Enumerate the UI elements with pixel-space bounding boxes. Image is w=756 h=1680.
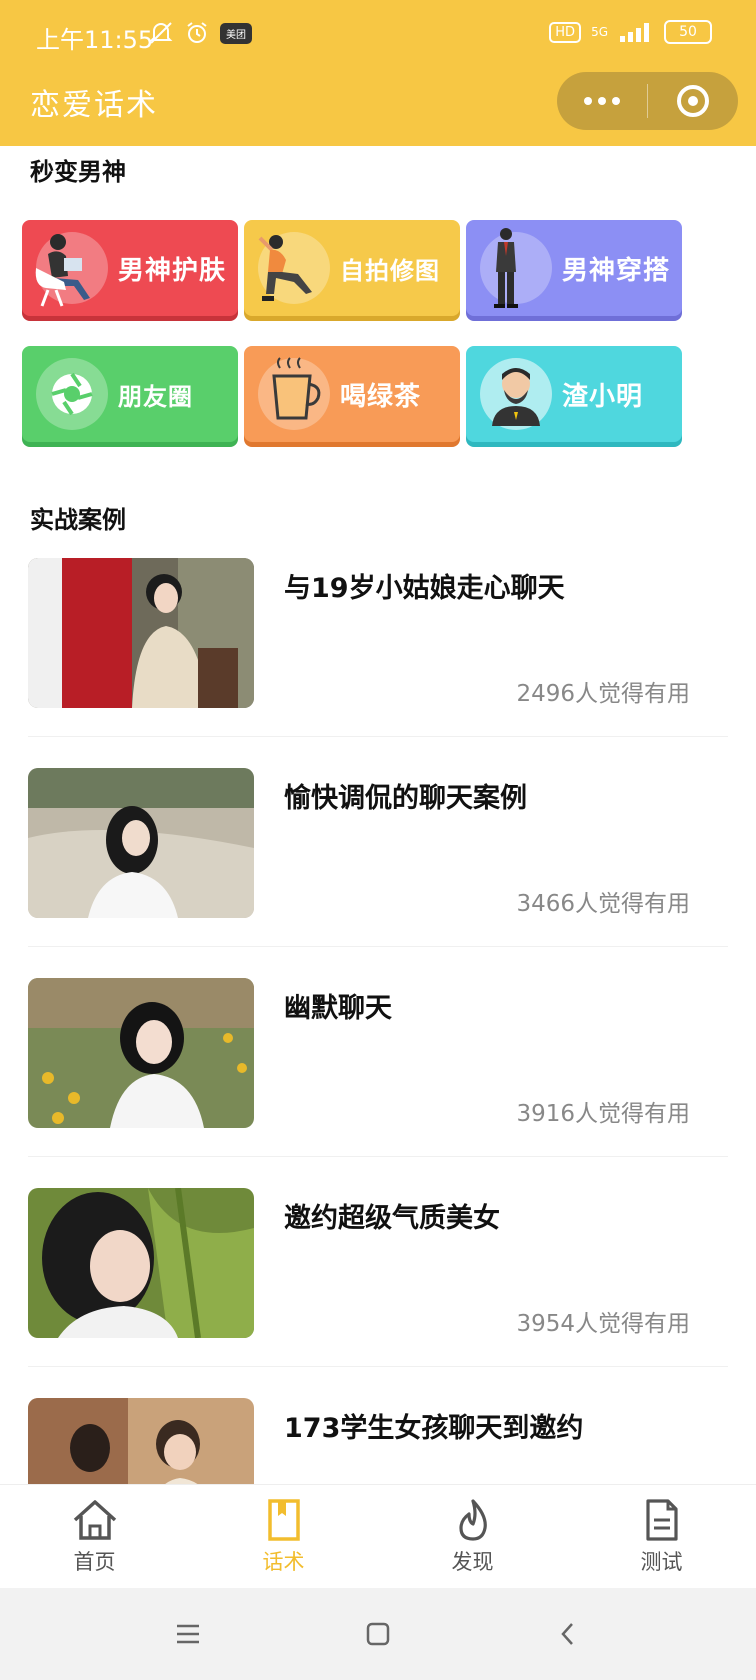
tab-test[interactable]: 测试 bbox=[567, 1485, 756, 1588]
tab-label: 话术 bbox=[262, 1549, 305, 1574]
case-title: 与19岁小姑娘走心聊天 bbox=[284, 573, 565, 604]
system-navigation-bar bbox=[0, 1588, 756, 1680]
menu-icon[interactable] bbox=[168, 1614, 208, 1654]
app-badge: 美团 bbox=[220, 22, 252, 44]
tile-label: 渣小明 bbox=[562, 381, 644, 412]
case-thumbnail bbox=[28, 768, 254, 918]
tab-label: 首页 bbox=[73, 1549, 116, 1574]
page-title: 恋爱话术 bbox=[30, 88, 158, 123]
case-item[interactable]: 173学生女孩聊天到邀约 bbox=[28, 1398, 728, 1484]
tile-xiaoming[interactable]: 渣小明 bbox=[466, 346, 682, 442]
case-useful-count: 3954人觉得有用 bbox=[516, 1311, 690, 1337]
tile-moments[interactable]: 朋友圈 bbox=[22, 346, 238, 442]
divider bbox=[28, 1156, 728, 1157]
document-icon bbox=[645, 1498, 678, 1541]
network-label: 5G bbox=[591, 25, 608, 39]
tab-label: 发现 bbox=[451, 1549, 494, 1574]
status-time: 上午11:55 bbox=[36, 26, 154, 54]
case-thumbnail bbox=[28, 978, 254, 1128]
mini-program-capsule bbox=[557, 72, 738, 130]
book-icon bbox=[267, 1498, 300, 1541]
signal-icon bbox=[620, 23, 649, 42]
bottom-tab-bar: 首页 话术 发现 测试 bbox=[0, 1484, 756, 1588]
tile-label: 男神穿搭 bbox=[562, 255, 671, 286]
tab-home[interactable]: 首页 bbox=[0, 1485, 189, 1588]
case-thumbnail bbox=[28, 1188, 254, 1338]
bearded-man-icon bbox=[466, 346, 562, 442]
target-icon[interactable] bbox=[648, 72, 738, 130]
tile-selfie[interactable]: 自拍修图 bbox=[244, 220, 460, 316]
case-item[interactable]: 与19岁小姑娘走心聊天 2496人觉得有用 bbox=[28, 558, 728, 737]
tile-label: 朋友圈 bbox=[118, 382, 193, 411]
tile-skincare[interactable]: 男神护肤 bbox=[22, 220, 238, 316]
case-title: 幽默聊天 bbox=[284, 993, 392, 1024]
home-square-icon[interactable] bbox=[358, 1614, 398, 1654]
section-title-quick: 秒变男神 bbox=[30, 158, 126, 186]
status-icons-right: HD 5G 50 bbox=[549, 20, 712, 44]
case-title: 邀约超级气质美女 bbox=[284, 1203, 500, 1234]
man-suit-icon bbox=[466, 220, 562, 316]
tile-green-tea[interactable]: 喝绿茶 bbox=[244, 346, 460, 442]
tile-label: 男神护肤 bbox=[118, 255, 227, 286]
case-item[interactable]: 幽默聊天 3916人觉得有用 bbox=[28, 978, 728, 1157]
case-item[interactable]: 愉快调侃的聊天案例 3466人觉得有用 bbox=[28, 768, 728, 947]
case-item[interactable]: 邀约超级气质美女 3954人觉得有用 bbox=[28, 1188, 728, 1367]
camera-aperture-icon bbox=[22, 346, 118, 442]
status-bar: 上午11:55 美团 HD 5G 50 bbox=[0, 0, 756, 72]
battery-level: 50 bbox=[679, 24, 697, 40]
divider bbox=[28, 736, 728, 737]
case-thumbnail bbox=[28, 558, 254, 708]
tile-label: 喝绿茶 bbox=[340, 381, 422, 412]
battery-indicator: 50 bbox=[664, 20, 712, 44]
divider bbox=[28, 1366, 728, 1367]
divider bbox=[28, 946, 728, 947]
home-icon bbox=[73, 1499, 116, 1540]
person-laptop-icon bbox=[22, 220, 118, 316]
status-icons-left: 美团 bbox=[148, 20, 252, 46]
more-dots-icon[interactable] bbox=[557, 72, 647, 130]
case-useful-count: 3916人觉得有用 bbox=[516, 1101, 690, 1127]
hd-badge: HD bbox=[549, 21, 582, 43]
alarm-clock-icon bbox=[187, 22, 207, 43]
tile-label: 自拍修图 bbox=[340, 256, 440, 285]
bell-muted-icon bbox=[149, 22, 173, 44]
flame-icon bbox=[458, 1498, 487, 1541]
back-icon[interactable] bbox=[548, 1614, 588, 1654]
tab-discover[interactable]: 发现 bbox=[378, 1485, 567, 1588]
tab-scripts[interactable]: 话术 bbox=[189, 1485, 378, 1588]
section-title-cases: 实战案例 bbox=[30, 506, 126, 534]
app-header: 上午11:55 美团 HD 5G 50 恋爱话术 bbox=[0, 0, 756, 146]
kneeling-woman-icon bbox=[244, 220, 340, 316]
case-thumbnail bbox=[28, 1398, 254, 1484]
case-title: 愉快调侃的聊天案例 bbox=[284, 783, 527, 814]
case-title: 173学生女孩聊天到邀约 bbox=[284, 1413, 584, 1444]
case-useful-count: 3466人觉得有用 bbox=[516, 891, 690, 917]
case-useful-count: 2496人觉得有用 bbox=[516, 681, 690, 707]
tea-cup-icon bbox=[244, 346, 340, 442]
tab-label: 测试 bbox=[640, 1549, 683, 1574]
tile-outfit[interactable]: 男神穿搭 bbox=[466, 220, 682, 316]
